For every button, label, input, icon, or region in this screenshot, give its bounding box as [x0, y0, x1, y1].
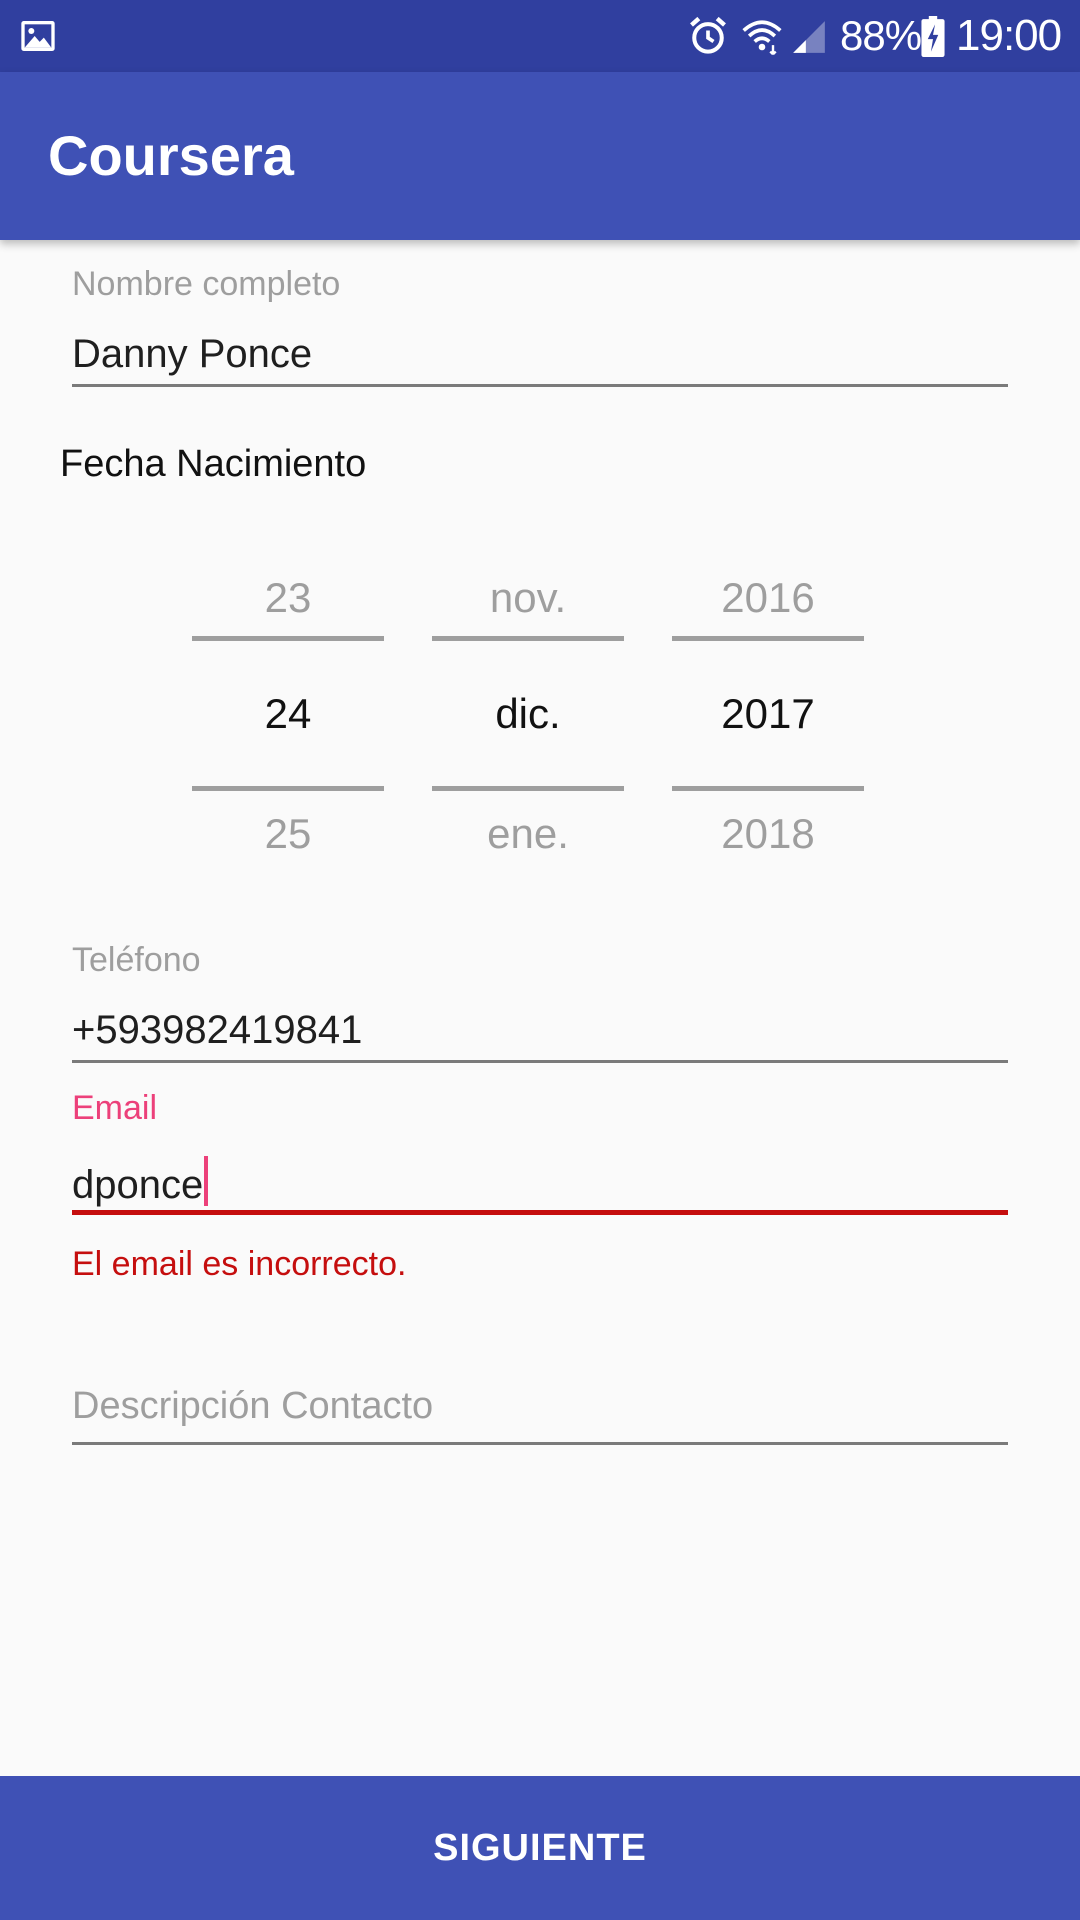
day-selected-option[interactable]: 24	[192, 686, 384, 742]
full-name-field[interactable]: Nombre completo Danny Ponce	[72, 260, 1008, 390]
year-selected-option[interactable]: 2017	[672, 686, 864, 742]
battery-percentage: 88%	[840, 12, 922, 59]
year-prev-option[interactable]: 2016	[672, 570, 864, 626]
email-label: Email	[72, 1089, 158, 1127]
picker-divider	[432, 636, 624, 641]
day-prev-option[interactable]: 23	[192, 570, 384, 626]
picker-divider	[672, 636, 864, 641]
gallery-icon	[21, 21, 55, 51]
full-name-underline	[72, 384, 1008, 387]
picker-divider	[192, 786, 384, 791]
signal-icon	[793, 21, 825, 53]
contact-description-hint[interactable]: Descripción Contacto	[72, 1382, 433, 1430]
day-picker[interactable]: 23 24 25	[192, 560, 384, 860]
month-selected-option[interactable]: dic.	[432, 686, 624, 742]
battery-charging-icon	[921, 16, 945, 57]
contact-description-field[interactable]: Descripción Contacto	[72, 1372, 1008, 1452]
month-picker[interactable]: nov. dic. ene.	[432, 560, 624, 860]
app-bar: Coursera	[0, 72, 1080, 240]
next-button[interactable]: SIGUIENTE	[0, 1776, 1080, 1920]
picker-divider	[672, 786, 864, 791]
day-next-option[interactable]: 25	[192, 806, 384, 862]
email-field[interactable]: Email dponce El email es incorrecto.	[72, 1088, 1008, 1288]
phone-label: Teléfono	[72, 941, 201, 979]
phone-value[interactable]: +593982419841	[72, 1006, 362, 1054]
picker-divider	[192, 636, 384, 641]
phone-underline	[72, 1060, 1008, 1063]
wifi-icon	[742, 20, 782, 56]
status-bar: 88% 19:00	[0, 0, 1080, 72]
email-value: dponce	[72, 1163, 204, 1207]
email-error-message: El email es incorrecto.	[72, 1245, 407, 1283]
full-name-value[interactable]: Danny Ponce	[72, 330, 312, 378]
alarm-icon	[690, 16, 726, 54]
full-name-label: Nombre completo	[72, 265, 341, 303]
clock: 19:00	[956, 11, 1062, 60]
email-input[interactable]: dponce	[72, 1156, 209, 1209]
screen: 88% 19:00 Coursera Nombre completo Danny…	[0, 0, 1080, 1920]
phone-field[interactable]: Teléfono +593982419841	[72, 936, 1008, 1066]
year-next-option[interactable]: 2018	[672, 806, 864, 862]
email-underline	[72, 1210, 1008, 1215]
month-next-option[interactable]: ene.	[432, 806, 624, 862]
year-picker[interactable]: 2016 2017 2018	[672, 560, 864, 860]
birth-date-label: Fecha Nacimiento	[60, 443, 367, 485]
picker-divider	[432, 786, 624, 791]
month-prev-option[interactable]: nov.	[432, 570, 624, 626]
contact-description-underline	[72, 1442, 1008, 1445]
text-cursor	[204, 1156, 209, 1206]
app-title: Coursera	[48, 124, 294, 187]
